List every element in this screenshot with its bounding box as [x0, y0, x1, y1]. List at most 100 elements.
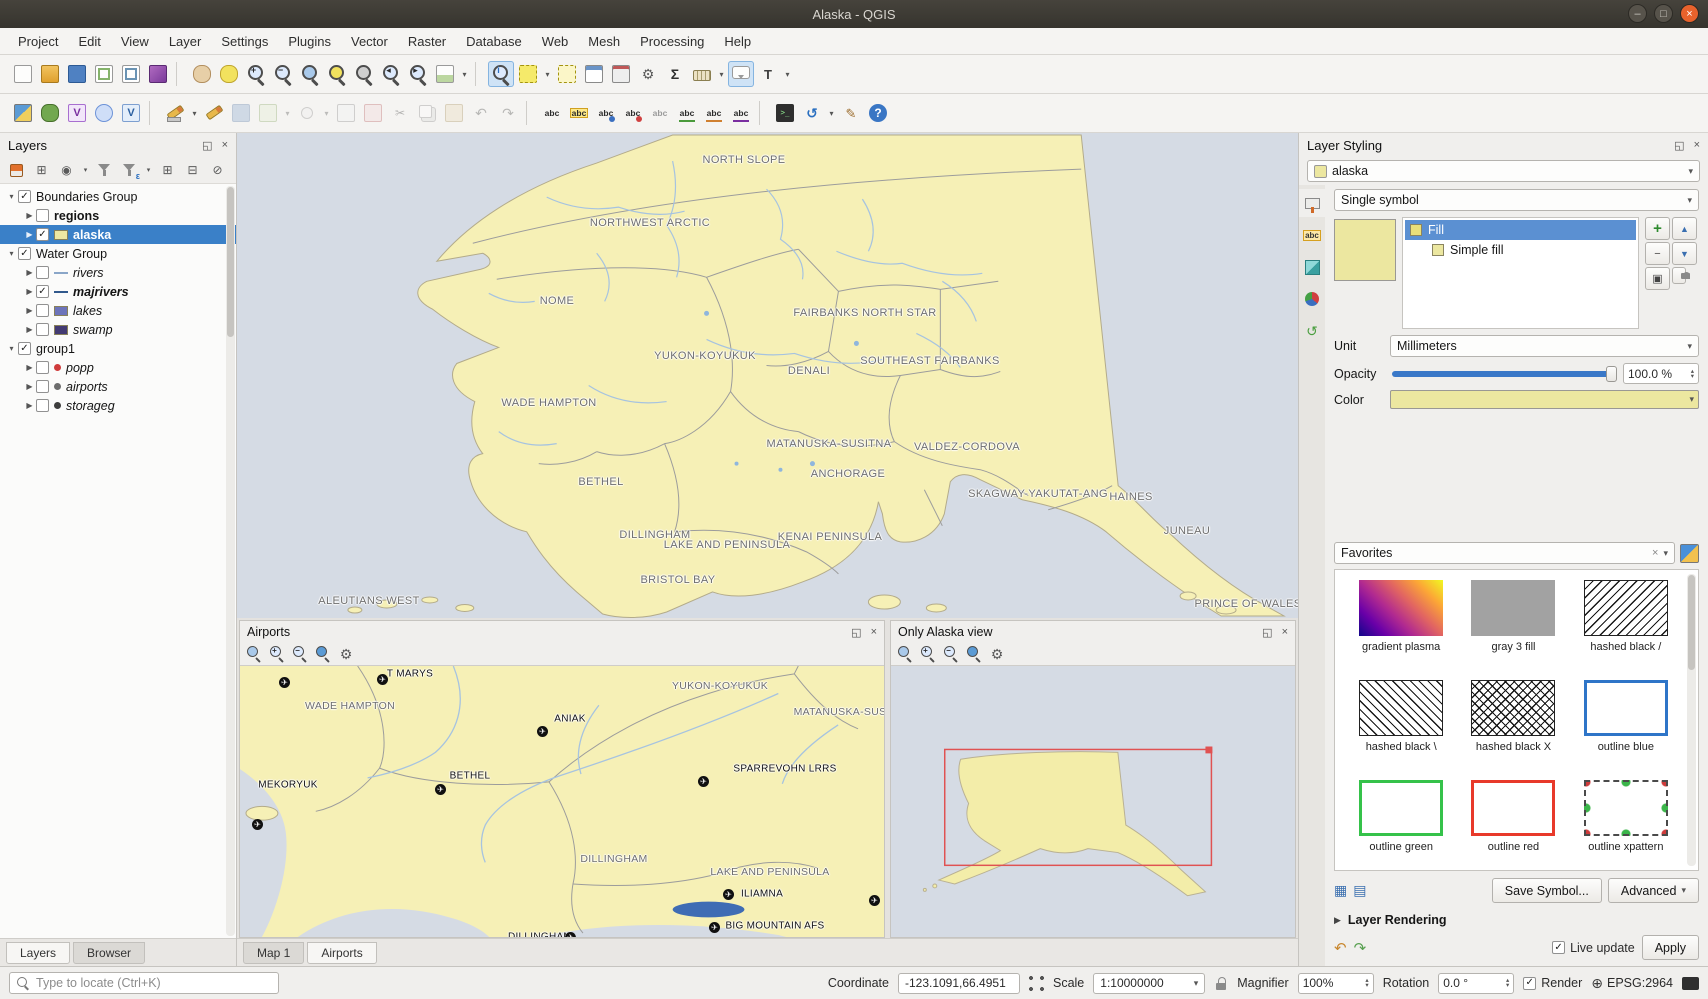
close-button[interactable]: × [1680, 4, 1699, 23]
advanced-button[interactable]: Advanced ▾ [1608, 878, 1699, 903]
group-item-boundaries[interactable]: ▾ ✓ Boundaries Group [0, 187, 236, 206]
locator-search[interactable]: Type to locate (Ctrl+K) [9, 972, 279, 994]
modify-attributes-icon[interactable] [333, 100, 359, 126]
expander-icon[interactable]: ▶ [23, 382, 36, 391]
tab-airports-view[interactable]: Airports [307, 942, 376, 964]
select-features-icon[interactable] [515, 61, 541, 87]
float-panel-icon[interactable]: ◱ [202, 139, 212, 152]
scrollbar[interactable] [1687, 574, 1696, 866]
expander-icon[interactable]: ▶ [23, 211, 36, 220]
open-layer-styling-icon[interactable] [6, 160, 27, 181]
layer-labeling-icon[interactable]: abc [539, 100, 565, 126]
measure-dropdown[interactable]: ▾ [716, 61, 727, 87]
collapse-all-icon[interactable]: ⊟ [182, 160, 203, 181]
alaska-view-canvas[interactable] [891, 665, 1295, 937]
zoom-next-icon[interactable]: ▸ [405, 61, 431, 87]
diagrams-tab[interactable] [1299, 285, 1325, 313]
scrollbar-thumb[interactable] [1688, 575, 1695, 670]
layer-item-storageg[interactable]: ▶ storageg [0, 396, 236, 415]
clear-filter-icon[interactable]: × [1652, 547, 1658, 559]
layer-rendering-section[interactable]: ▶ Layer Rendering [1334, 913, 1699, 927]
set-view-extent-icon[interactable] [313, 644, 333, 664]
visibility-checkbox[interactable]: ✓ [36, 228, 49, 241]
annotation-edit-icon[interactable]: ✎ [838, 100, 864, 126]
styling-layer-select[interactable]: alaska ▾ [1307, 160, 1700, 182]
menu-item[interactable]: Plugins [278, 30, 341, 53]
view-settings-icon[interactable]: ⚙ [336, 644, 356, 664]
visibility-checkbox[interactable] [36, 399, 49, 412]
close-panel-icon[interactable]: × [1282, 626, 1288, 639]
apply-button[interactable]: Apply [1642, 935, 1699, 960]
lock-symbol-color-button[interactable] [1672, 267, 1686, 284]
expander-icon[interactable]: ▶ [23, 268, 36, 277]
zoom-out-icon[interactable]: − [270, 61, 296, 87]
labels-tab[interactable]: abc [1299, 221, 1325, 249]
maximize-button[interactable]: □ [1654, 4, 1673, 23]
expander-icon[interactable]: ▶ [23, 287, 36, 296]
float-panel-icon[interactable]: ◱ [1674, 139, 1684, 152]
scale-select[interactable]: 1:10000000 ▾ [1093, 973, 1205, 994]
deselect-features-icon[interactable] [554, 61, 580, 87]
new-map-view-dropdown[interactable]: ▾ [459, 61, 470, 87]
spin-down-icon[interactable]: ▾ [1365, 983, 1368, 988]
symbol-node-fill[interactable]: Fill [1405, 220, 1636, 240]
zoom-to-selection-icon[interactable] [324, 61, 350, 87]
main-map-canvas[interactable]: NORTH SLOPENORTHWEST ARCTICNOMEFAIRBANKS… [237, 133, 1298, 618]
symbol-gradient-plasma[interactable]: gradient plasma [1345, 580, 1457, 676]
tab-map-1[interactable]: Map 1 [243, 942, 304, 964]
add-group-icon[interactable]: ⊞ [31, 160, 52, 181]
manage-map-themes-icon[interactable]: ◉ [56, 160, 77, 181]
rotation-spinner[interactable]: 0.0 ° ▴▾ [1438, 973, 1514, 994]
3d-view-tab[interactable] [1299, 253, 1325, 281]
layer-item-regions[interactable]: ▶ regions [0, 206, 236, 225]
airports-map-canvas[interactable]: T MARYSYUKON-KOYUKUKWADE HAMPTONMATANUSK… [240, 665, 884, 937]
zoom-full-icon[interactable] [895, 644, 915, 664]
zoom-out-icon[interactable]: − [290, 644, 310, 664]
undo-style-icon[interactable]: ↶ [1334, 939, 1347, 957]
style-manager-icon[interactable] [145, 61, 171, 87]
coordinate-input[interactable]: -123.1091,66.4951 [898, 973, 1020, 994]
current-edits-icon[interactable] [162, 100, 188, 126]
layer-item-popp[interactable]: ▶ popp [0, 358, 236, 377]
pan-to-selection-icon[interactable] [216, 61, 242, 87]
menu-item[interactable]: Settings [211, 30, 278, 53]
lock-scale-icon[interactable] [1214, 975, 1228, 992]
vertex-tool-dropdown[interactable]: ▾ [321, 100, 332, 126]
visibility-checkbox[interactable]: ✓ [18, 342, 31, 355]
slider-handle[interactable] [1606, 366, 1617, 382]
filter-expression-dropdown[interactable]: ▾ [144, 166, 153, 174]
float-panel-icon[interactable]: ◱ [1262, 626, 1272, 639]
visibility-checkbox[interactable]: ✓ [36, 285, 49, 298]
menu-item[interactable]: Raster [398, 30, 456, 53]
datasource-manager-icon[interactable] [10, 100, 36, 126]
undo-icon[interactable]: ↶ [468, 100, 494, 126]
history-tab[interactable]: ↺ [1299, 317, 1325, 345]
layer-diagram-icon[interactable]: abc [566, 100, 592, 126]
symbol-outline-blue[interactable]: outline blue [1570, 680, 1682, 776]
layer-item-lakes[interactable]: ▶ lakes [0, 301, 236, 320]
menu-item[interactable]: Edit [68, 30, 110, 53]
icon-view-toggle[interactable]: ▦ [1334, 882, 1347, 899]
add-feature-dropdown[interactable]: ▾ [282, 100, 293, 126]
new-map-view-icon[interactable] [432, 61, 458, 87]
messages-icon[interactable] [1682, 977, 1699, 990]
layer-item-alaska[interactable]: ▶ ✓ alaska [0, 225, 236, 244]
visibility-checkbox[interactable]: ✓ [18, 190, 31, 203]
open-project-icon[interactable] [37, 61, 63, 87]
processing-history-icon[interactable]: ↺ [799, 100, 825, 126]
menu-item[interactable]: Project [8, 30, 68, 53]
symbol-gray-3-fill[interactable]: gray 3 fill [1457, 580, 1569, 676]
toggle-editing-icon[interactable] [201, 100, 227, 126]
options-icon[interactable]: ⚙ [635, 61, 661, 87]
move-label-icon[interactable]: abc [674, 100, 700, 126]
zoom-in-icon[interactable]: + [918, 644, 938, 664]
vertex-tool-icon[interactable] [294, 100, 320, 126]
unit-select[interactable]: Millimeters ▾ [1390, 335, 1699, 357]
symbol-outline-red[interactable]: outline red [1457, 780, 1569, 871]
expander-icon[interactable]: ▾ [5, 344, 18, 353]
symbol-outline-green[interactable]: outline green [1345, 780, 1457, 871]
select-features-dropdown[interactable]: ▾ [542, 61, 553, 87]
field-calculator-icon[interactable] [608, 61, 634, 87]
list-view-toggle[interactable]: ▤ [1353, 882, 1366, 899]
show-hidden-labels-icon[interactable]: abc [647, 100, 673, 126]
